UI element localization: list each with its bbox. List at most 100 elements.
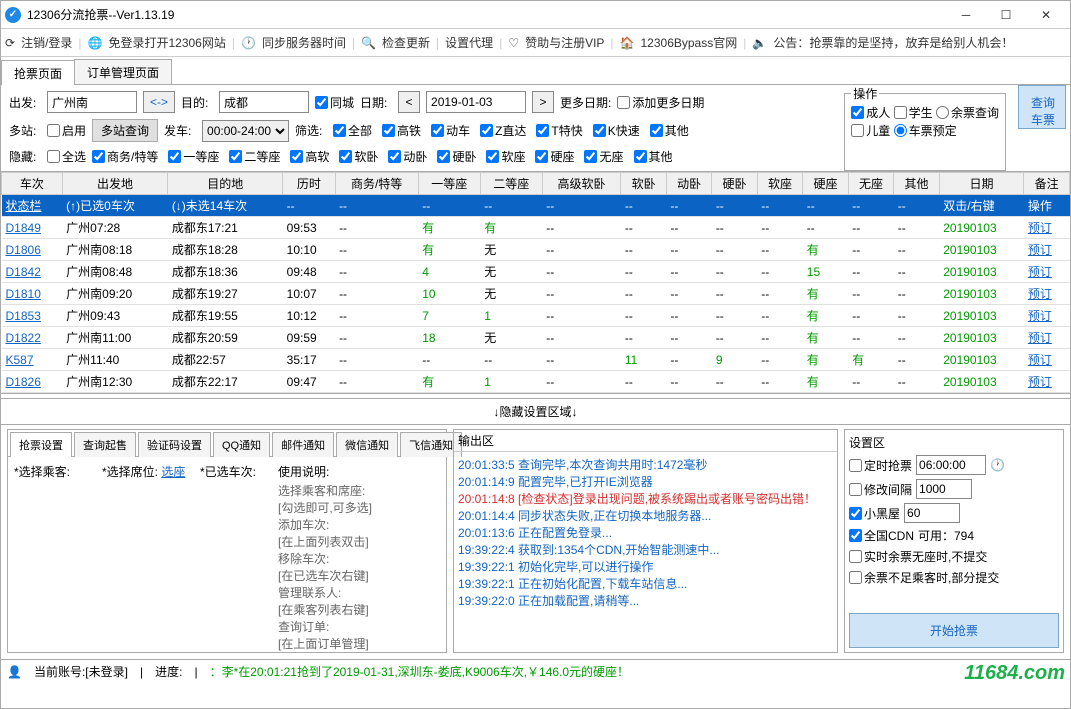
- book-link[interactable]: 预订: [1028, 375, 1052, 389]
- book-link[interactable]: 预订: [1028, 265, 1052, 279]
- hide-10[interactable]: [634, 150, 647, 163]
- logout-link[interactable]: 注销/登录: [21, 34, 72, 51]
- proxy-link[interactable]: 设置代理: [445, 34, 493, 51]
- bypass-link[interactable]: 12306Bypass官网: [641, 34, 738, 51]
- left-tab-4[interactable]: 邮件通知: [272, 432, 334, 457]
- close-button[interactable]: ✕: [1026, 1, 1066, 29]
- sync-link[interactable]: 同步服务器时间: [262, 34, 346, 51]
- filter-4[interactable]: [536, 124, 549, 137]
- vip-link[interactable]: 赞助与注册VIP: [525, 34, 604, 51]
- blackroom-input[interactable]: [904, 503, 960, 523]
- timed-checkbox[interactable]: [849, 459, 862, 472]
- filter-3[interactable]: [480, 124, 493, 137]
- table-row[interactable]: D1810广州南09:20成都东19:2710:07--10无---------…: [2, 283, 1070, 305]
- train-link[interactable]: K587: [6, 353, 34, 367]
- child-checkbox[interactable]: [851, 124, 864, 137]
- date-input[interactable]: [426, 91, 526, 113]
- table-row[interactable]: D1806广州南08:18成都东18:2810:10--有无----------…: [2, 239, 1070, 261]
- date-next[interactable]: >: [532, 91, 554, 113]
- hide-settings-bar[interactable]: ↓隐藏设置区域↓: [1, 398, 1070, 425]
- tab-grab[interactable]: 抢票页面: [1, 60, 75, 85]
- train-link[interactable]: D1822: [6, 331, 41, 345]
- progress-label: 进度:: [155, 663, 182, 680]
- book-link[interactable]: 预订: [1028, 287, 1052, 301]
- remain-radio[interactable]: [936, 106, 949, 119]
- hide-5[interactable]: [388, 150, 401, 163]
- table-row[interactable]: D1822广州南11:00成都东20:5909:59--18无---------…: [2, 327, 1070, 349]
- from-input[interactable]: [47, 91, 137, 113]
- to-label: 目的:: [181, 94, 213, 111]
- train-link[interactable]: D1842: [6, 265, 41, 279]
- filter-1[interactable]: [382, 124, 395, 137]
- table-row[interactable]: D1826广州南12:30成都东22:1709:47--有1----------…: [2, 371, 1070, 393]
- interval-checkbox[interactable]: [849, 483, 862, 496]
- filter-2[interactable]: [431, 124, 444, 137]
- book-link[interactable]: 预订: [1028, 243, 1052, 257]
- interval-input[interactable]: [916, 479, 972, 499]
- nologin-link[interactable]: 免登录打开12306网站: [108, 34, 225, 51]
- enable-checkbox[interactable]: [47, 124, 60, 137]
- same-city-checkbox[interactable]: [315, 96, 328, 109]
- table-row[interactable]: D1842广州南08:48成都东18:3609:48--4无----------…: [2, 261, 1070, 283]
- book-link[interactable]: 预订: [1028, 331, 1052, 345]
- maximize-button[interactable]: ☐: [986, 1, 1026, 29]
- hide-4[interactable]: [339, 150, 352, 163]
- filter-0[interactable]: [333, 124, 346, 137]
- account-status: 当前账号:[未登录]: [34, 663, 128, 680]
- more-date-checkbox[interactable]: [617, 96, 630, 109]
- filter-label: 筛选:: [295, 122, 327, 139]
- table-row[interactable]: D1853广州09:43成都东19:5510:12--71----------有…: [2, 305, 1070, 327]
- ops-legend: 操作: [851, 85, 879, 102]
- minimize-button[interactable]: ─: [946, 1, 986, 29]
- book-link[interactable]: 预订: [1028, 221, 1052, 235]
- left-tab-3[interactable]: QQ通知: [213, 432, 270, 457]
- student-checkbox[interactable]: [894, 106, 907, 119]
- left-tab-5[interactable]: 微信通知: [336, 432, 398, 457]
- start-button[interactable]: 开始抢票: [849, 613, 1059, 648]
- hide-0[interactable]: [92, 150, 105, 163]
- filter-6[interactable]: [650, 124, 663, 137]
- hide-2[interactable]: [229, 150, 242, 163]
- date-prev[interactable]: <: [398, 91, 420, 113]
- left-tab-2[interactable]: 验证码设置: [138, 432, 211, 457]
- multi-query-button[interactable]: 多站查询: [92, 119, 158, 142]
- hide-3[interactable]: [290, 150, 303, 163]
- train-link[interactable]: D1849: [6, 221, 41, 235]
- output-log: 20:01:33:5 查询完毕,本次查询共用时:1472毫秒20:01:14:9…: [454, 452, 837, 652]
- passenger-header: *选择乘客:: [14, 463, 94, 480]
- hide-7[interactable]: [486, 150, 499, 163]
- swap-button[interactable]: <->: [143, 91, 175, 113]
- to-input[interactable]: [219, 91, 309, 113]
- update-link[interactable]: 检查更新: [382, 34, 430, 51]
- notenough-checkbox[interactable]: [849, 571, 862, 584]
- train-link[interactable]: D1810: [6, 287, 41, 301]
- blackroom-checkbox[interactable]: [849, 507, 862, 520]
- hide-9[interactable]: [584, 150, 597, 163]
- status-row: 状态栏(↑)已选0车次(↓)未选14车次--------------------…: [2, 195, 1070, 217]
- reserve-radio[interactable]: [894, 124, 907, 137]
- train-link[interactable]: D1853: [6, 309, 41, 323]
- left-tab-1[interactable]: 查询起售: [74, 432, 136, 457]
- train-link[interactable]: D1826: [6, 375, 41, 389]
- left-tab-0[interactable]: 抢票设置: [10, 432, 72, 457]
- table-row[interactable]: D1849广州07:28成都东17:2109:53--有有-----------…: [2, 217, 1070, 239]
- hide-6[interactable]: [437, 150, 450, 163]
- seat-link[interactable]: 选座: [161, 465, 185, 479]
- filter-5[interactable]: [593, 124, 606, 137]
- hide-1[interactable]: [168, 150, 181, 163]
- timed-input[interactable]: [916, 455, 986, 475]
- realtime-checkbox[interactable]: [849, 550, 862, 563]
- hide-all-checkbox[interactable]: [47, 150, 60, 163]
- adult-checkbox[interactable]: [851, 106, 864, 119]
- query-button[interactable]: 查询 车票: [1018, 85, 1066, 129]
- book-link[interactable]: 预订: [1028, 309, 1052, 323]
- book-link[interactable]: 预订: [1028, 353, 1052, 367]
- time-select[interactable]: 00:00-24:00: [202, 120, 289, 142]
- cdn-checkbox[interactable]: [849, 529, 862, 542]
- hide-8[interactable]: [535, 150, 548, 163]
- output-header: 输出区: [454, 430, 837, 452]
- settings-header: 设置区: [849, 434, 1059, 451]
- train-link[interactable]: D1806: [6, 243, 41, 257]
- table-row[interactable]: K587广州11:40成都22:5735:17--------11--9--有有…: [2, 349, 1070, 371]
- tab-orders[interactable]: 订单管理页面: [74, 59, 172, 84]
